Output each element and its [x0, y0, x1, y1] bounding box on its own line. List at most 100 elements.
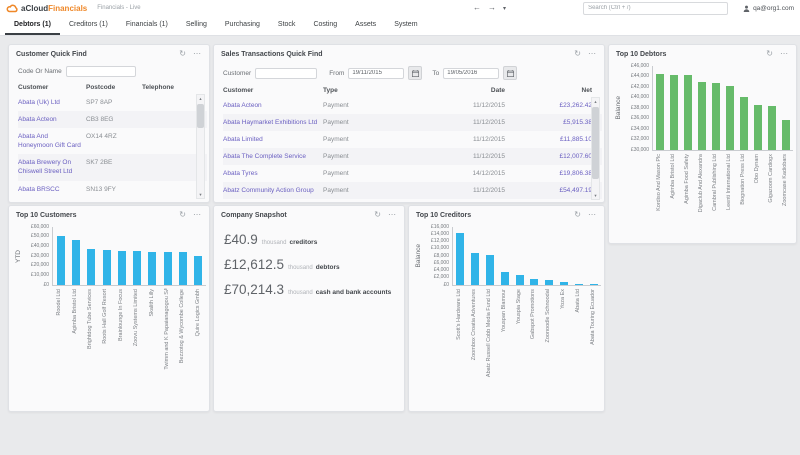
bar[interactable]: [698, 82, 706, 150]
nav-tab-costing[interactable]: Costing: [304, 16, 346, 35]
bar[interactable]: [57, 236, 65, 285]
metric-value: £12,612.5: [224, 257, 284, 272]
y-tick-label: £36,000: [631, 115, 649, 121]
bar[interactable]: [471, 253, 479, 285]
code-or-name-input[interactable]: [66, 66, 136, 77]
bar[interactable]: [530, 279, 538, 285]
customer-link[interactable]: Abata Acteon: [18, 116, 57, 123]
nav-tab-assets[interactable]: Assets: [346, 16, 385, 35]
nav-tab-creditors-1[interactable]: Creditors (1): [60, 16, 117, 35]
postcode-cell: SK7 2BE: [86, 158, 142, 176]
bar[interactable]: [684, 75, 692, 150]
scroll-up-icon[interactable]: ▴: [197, 95, 204, 102]
nav-tab-debtors-1[interactable]: Debtors (1): [5, 16, 60, 35]
bar[interactable]: [575, 284, 583, 285]
scrollbar[interactable]: ▴ ▾: [196, 94, 205, 199]
customer-link[interactable]: Abata Tyres: [223, 170, 258, 177]
column-header[interactable]: Telephone: [142, 84, 197, 91]
more-options-icon[interactable]: ⋯: [780, 50, 789, 58]
column-header[interactable]: Customer: [223, 87, 323, 94]
scroll-down-icon[interactable]: ▾: [197, 191, 204, 198]
refresh-icon[interactable]: ↻: [179, 50, 186, 58]
x-category-label: Roodel Ltd: [56, 289, 62, 316]
refresh-icon[interactable]: ↻: [766, 50, 773, 58]
forward-icon[interactable]: →: [488, 4, 496, 12]
bar[interactable]: [103, 250, 111, 285]
more-options-icon[interactable]: ⋯: [588, 50, 597, 58]
panel-title: Customer Quick Find: [16, 51, 179, 58]
bar[interactable]: [456, 233, 464, 285]
bar[interactable]: [133, 251, 141, 285]
scroll-down-icon[interactable]: ▾: [592, 192, 599, 199]
bar[interactable]: [148, 252, 156, 285]
nav-tab-purchasing[interactable]: Purchasing: [216, 16, 269, 35]
bar[interactable]: [118, 251, 126, 285]
column-header[interactable]: Date: [435, 87, 505, 94]
column-header[interactable]: Customer: [18, 84, 86, 91]
refresh-icon[interactable]: ↻: [374, 211, 381, 219]
bar[interactable]: [516, 275, 524, 285]
nav-tab-system[interactable]: System: [385, 16, 426, 35]
bar[interactable]: [560, 282, 568, 285]
more-options-icon[interactable]: ⋯: [388, 211, 397, 219]
bar[interactable]: [768, 106, 776, 150]
search-input[interactable]: [583, 2, 728, 15]
net-cell: £12,007.60: [505, 152, 592, 161]
customer-link[interactable]: Abata Limited: [223, 136, 263, 143]
scroll-up-icon[interactable]: ▴: [592, 98, 599, 105]
bar[interactable]: [194, 256, 202, 285]
bar[interactable]: [712, 83, 720, 150]
customer-link[interactable]: Abata (Uk) Ltd: [18, 99, 60, 106]
bar[interactable]: [164, 252, 172, 285]
customer-link[interactable]: Abata BRSCC: [18, 186, 60, 193]
refresh-icon[interactable]: ↻: [574, 211, 581, 219]
x-category-label: Youspia Stage: [516, 289, 522, 324]
nav-tab-financials-1[interactable]: Financials (1): [117, 16, 177, 35]
from-calendar-button[interactable]: [408, 66, 422, 80]
y-tick-label: £2,000: [434, 274, 449, 280]
scrollbar[interactable]: ▴ ▾: [591, 97, 600, 200]
bar[interactable]: [754, 105, 762, 150]
telephone-cell: [142, 115, 197, 124]
bar[interactable]: [72, 240, 80, 285]
nav-tab-selling[interactable]: Selling: [177, 16, 216, 35]
column-header[interactable]: Net: [505, 87, 592, 94]
refresh-icon[interactable]: ↻: [179, 211, 186, 219]
more-options-icon[interactable]: ⋯: [193, 50, 202, 58]
x-category-label: Digaclub And Alexandra: [698, 154, 704, 212]
customer-table-header: CustomerPostcodeTelephone: [18, 81, 207, 94]
user-menu[interactable]: qa@org1.com: [743, 5, 794, 12]
customer-link[interactable]: Abata Acteon: [223, 102, 262, 109]
customer-link[interactable]: Abata And Honeymoon Gift Card: [18, 133, 81, 149]
nav-tab-stock[interactable]: Stock: [269, 16, 305, 35]
code-or-name-label: Code Or Name: [18, 68, 62, 75]
refresh-icon[interactable]: ↻: [574, 50, 581, 58]
customer-link[interactable]: Abata The Complete Service: [223, 153, 306, 160]
customer-link[interactable]: Abatz Community Action Group: [223, 187, 314, 194]
to-date-input[interactable]: [443, 68, 499, 79]
bar[interactable]: [726, 86, 734, 150]
bar[interactable]: [545, 280, 553, 285]
date-cell: 11/12/2015: [435, 118, 505, 127]
back-icon[interactable]: ←: [473, 4, 481, 12]
customer-link[interactable]: Abata Brewery On Chiswell Street Ltd: [18, 159, 72, 175]
customer-filter-input[interactable]: [255, 68, 317, 79]
bar[interactable]: [782, 120, 790, 150]
history-caret-icon[interactable]: ▾: [503, 5, 506, 12]
bar[interactable]: [501, 272, 509, 285]
to-calendar-button[interactable]: [503, 66, 517, 80]
from-date-input[interactable]: [348, 68, 404, 79]
customer-link[interactable]: Abata Haymarket Exhibitions Ltd: [223, 119, 317, 126]
column-header[interactable]: Postcode: [86, 84, 142, 91]
bar[interactable]: [179, 252, 187, 285]
bar[interactable]: [590, 284, 598, 285]
more-options-icon[interactable]: ⋯: [193, 211, 202, 219]
bar[interactable]: [740, 97, 748, 150]
bar[interactable]: [670, 75, 678, 150]
x-category-label: Zoombox Croatia Adventures: [471, 289, 477, 360]
more-options-icon[interactable]: ⋯: [588, 211, 597, 219]
bar[interactable]: [486, 255, 494, 285]
bar[interactable]: [656, 74, 664, 150]
bar[interactable]: [87, 249, 95, 285]
column-header[interactable]: Type: [323, 87, 435, 94]
